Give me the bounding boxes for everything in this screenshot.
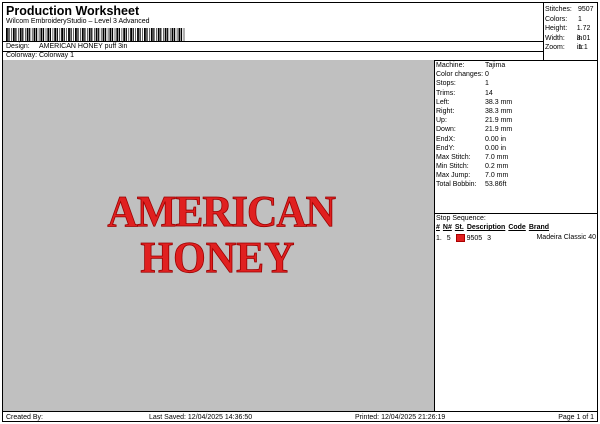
preview-text-line2: HONEY	[140, 234, 294, 282]
colorway-label: Colorway:	[6, 52, 38, 59]
info-row: Down: 21.9 mm	[436, 126, 513, 134]
stop-sequence-title: Stop Sequence:	[436, 215, 486, 222]
row-stitches: 9505	[466, 234, 483, 242]
stat-zoom: Zoom: 1:1	[545, 44, 588, 51]
col-n: N#	[442, 224, 452, 231]
machine-info: Machine: Tajima Color changes: 0 Stops: 1 T…	[436, 61, 512, 190]
row-index: 1.	[436, 234, 442, 242]
info-row: Max Jump: 7.0 mm	[436, 172, 509, 180]
divider	[434, 60, 435, 411]
col-description: Description	[466, 224, 506, 231]
design-row: Design: AMERICAN HONEY puff 3in	[6, 43, 127, 50]
colorway-row: Colorway: Colorway 1	[6, 52, 74, 59]
row-n: 5	[446, 234, 451, 242]
embroidery-preview: AMERICAN HONEY	[107, 188, 337, 283]
barcode-image	[6, 28, 185, 42]
stat-height: Height: 1.72 in	[545, 25, 591, 42]
info-row: Left: 38.3 mm	[436, 98, 513, 106]
stop-sequence-header: # N# St. Description Code Brand	[436, 224, 552, 231]
stat-colors: Colors: 1	[545, 15, 582, 23]
worksheet: Production Worksheet Wilcom EmbroiderySt…	[2, 2, 598, 422]
info-row: Machine: Tajima	[436, 62, 506, 69]
info-row: Right: 38.3 mm	[436, 107, 513, 115]
row-brand: Madeira Classic 40	[536, 234, 596, 241]
stat-stitches: Stitches: 9507	[545, 6, 594, 13]
printed-date: Printed: 12/04/2025 21:26:19	[355, 414, 446, 421]
created-by: Created By:	[6, 414, 43, 421]
info-row: Total Bobbin: 53.86ft	[436, 181, 507, 189]
info-row: Trims: 14	[436, 89, 493, 97]
page-number: Page 1 of 1	[558, 414, 594, 421]
divider	[434, 213, 597, 214]
divider	[3, 51, 543, 52]
info-row: Color changes: 0	[436, 71, 489, 79]
table-row: 1. 5 9505 3 Madeira Classic 40	[436, 234, 596, 242]
stat-width: Width: 3.01 in	[545, 34, 591, 52]
colorway-name: Colorway 1	[39, 52, 75, 59]
col-stitches: St.	[454, 224, 464, 231]
thread-color-swatch	[455, 234, 465, 242]
info-row: Min Stitch: 0.2 mm	[436, 163, 509, 171]
software-subtitle: Wilcom EmbroideryStudio – Level 3 Advanc…	[6, 18, 150, 25]
col-hash: #	[436, 224, 440, 231]
divider	[3, 41, 543, 42]
last-saved: Last Saved: 12/04/2025 14:36:50	[149, 414, 253, 421]
info-row: EndX: 0.00 in	[436, 135, 507, 143]
row-code: 3	[487, 234, 492, 242]
info-row: Stops: 1	[436, 80, 489, 88]
design-stats: Stitches: 9507 Colors: 1 Height: 1.72 in Wi…	[545, 5, 597, 53]
info-row: Up: 21.9 mm	[436, 117, 513, 125]
info-row: EndY: 0.00 in	[436, 144, 507, 152]
page-title: Production Worksheet	[6, 4, 140, 18]
preview-text-line1: AMERICAN	[107, 188, 335, 236]
col-code: Code	[508, 224, 526, 231]
design-label: Design:	[6, 43, 30, 50]
footer: Created By: Last Saved: 12/04/2025 14:36…	[3, 412, 597, 422]
design-name: AMERICAN HONEY puff 3in	[39, 43, 128, 50]
design-preview: AMERICAN HONEY	[3, 60, 434, 411]
col-brand: Brand	[528, 224, 550, 231]
stats-divider	[543, 3, 544, 60]
info-row: Max Stitch: 7.0 mm	[436, 153, 509, 161]
